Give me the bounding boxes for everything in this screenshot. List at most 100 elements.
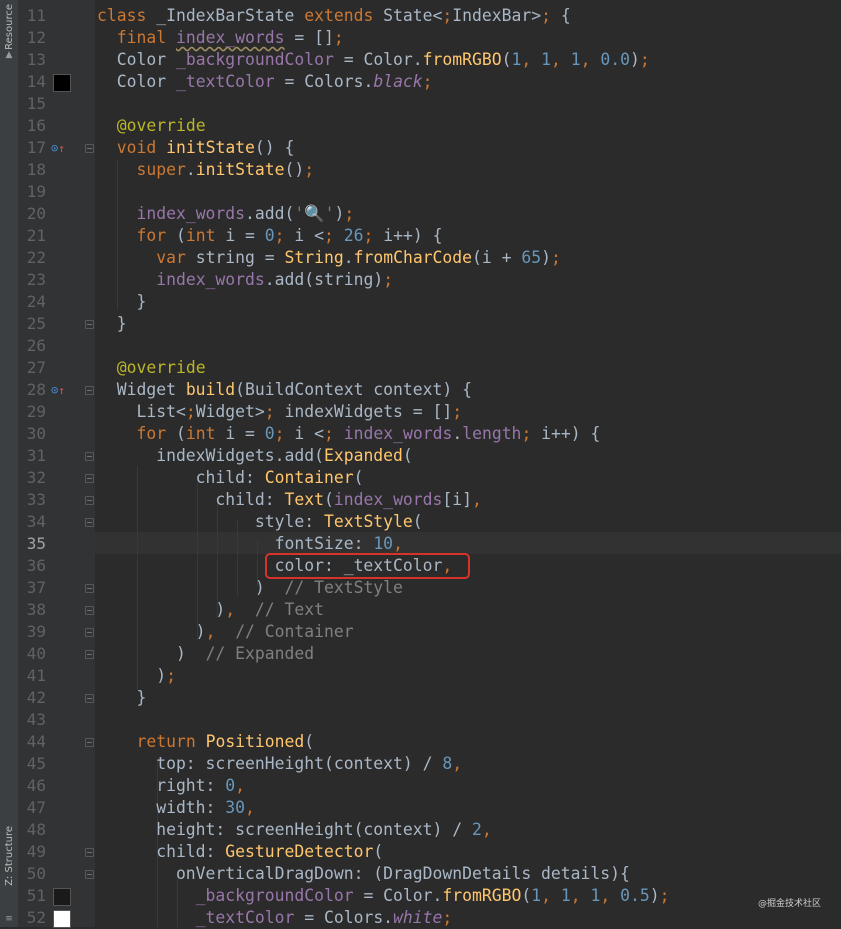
fold-toggle-icon[interactable] <box>85 606 94 615</box>
code-line[interactable]: 32 child: Container( <box>0 467 841 489</box>
fold-toggle-icon[interactable] <box>85 848 94 857</box>
line-number[interactable]: 37 <box>19 577 46 599</box>
line-number[interactable]: 31 <box>19 445 46 467</box>
line-number[interactable]: 34 <box>19 511 46 533</box>
code-text[interactable]: for (int i = 0; i <; index_words.length;… <box>97 423 600 445</box>
code-text[interactable]: } <box>97 313 127 335</box>
code-text[interactable]: fontSize: 10, <box>97 533 403 555</box>
fold-toggle-icon[interactable] <box>85 518 94 527</box>
code-text[interactable]: Widget build(BuildContext context) { <box>97 379 472 401</box>
code-line[interactable]: 12 final index_words = []; <box>0 27 841 49</box>
code-line[interactable]: 20 index_words.add('🔍'); <box>0 203 841 225</box>
line-number[interactable]: 27 <box>19 357 46 379</box>
line-number[interactable]: 42 <box>19 687 46 709</box>
code-line[interactable]: 35 fontSize: 10, <box>0 533 841 555</box>
code-text[interactable]: @override <box>97 115 206 137</box>
fold-toggle-icon[interactable] <box>85 870 94 879</box>
code-line[interactable]: 49 child: GestureDetector( <box>0 841 841 863</box>
code-text[interactable]: List<;Widget>; indexWidgets = []; <box>97 401 462 423</box>
line-number[interactable]: 11 <box>19 5 46 27</box>
code-line[interactable]: 50 onVerticalDragDown: (DragDownDetails … <box>0 863 841 885</box>
code-line[interactable]: 38 ), // Text <box>0 599 841 621</box>
code-text[interactable]: child: GestureDetector( <box>97 841 383 863</box>
line-number[interactable]: 40 <box>19 643 46 665</box>
code-text[interactable]: var string = String.fromCharCode(i + 65)… <box>97 247 561 269</box>
fold-toggle-icon[interactable] <box>85 650 94 659</box>
line-number[interactable]: 33 <box>19 489 46 511</box>
code-line[interactable]: 44 return Positioned( <box>0 731 841 753</box>
code-line[interactable]: 41 ); <box>0 665 841 687</box>
code-line[interactable]: 51 _backgroundColor = Color.fromRGBO(1, … <box>0 885 841 907</box>
code-text[interactable]: top: screenHeight(context) / 8, <box>97 753 462 775</box>
code-line[interactable]: 11 class _IndexBarState extends State<;In… <box>0 5 841 27</box>
code-line[interactable]: 34 style: TextStyle( <box>0 511 841 533</box>
code-line[interactable]: 46 right: 0, <box>0 775 841 797</box>
code-text[interactable]: index_words.add(string); <box>97 269 393 291</box>
code-text[interactable]: class _IndexBarState extends State<;Inde… <box>97 5 571 27</box>
line-number[interactable]: 48 <box>19 819 46 841</box>
line-number[interactable]: 14 <box>19 71 46 93</box>
fold-toggle-icon[interactable] <box>85 320 94 329</box>
fold-toggle-icon[interactable] <box>85 144 94 153</box>
code-text[interactable]: child: Container( <box>97 467 364 489</box>
fold-toggle-icon[interactable] <box>85 386 94 395</box>
code-line[interactable]: 14 Color _textColor = Colors.black; <box>0 71 841 93</box>
code-text[interactable]: final index_words = []; <box>97 27 344 49</box>
code-line[interactable]: 31 indexWidgets.add(Expanded( <box>0 445 841 467</box>
line-number[interactable]: 21 <box>19 225 46 247</box>
line-number[interactable]: 52 <box>19 907 46 929</box>
line-number[interactable]: 26 <box>19 335 46 357</box>
code-text[interactable]: return Positioned( <box>97 731 314 753</box>
code-line[interactable]: 52 _textColor = Colors.white; <box>0 907 841 929</box>
code-line[interactable]: 28 Widget build(BuildContext context) {⊙… <box>0 379 841 401</box>
code-line[interactable]: 15 <box>0 93 841 115</box>
code-line[interactable]: 33 child: Text(index_words[i], <box>0 489 841 511</box>
code-line[interactable]: 37 ) // TextStyle <box>0 577 841 599</box>
line-number[interactable]: 32 <box>19 467 46 489</box>
code-line[interactable]: 22 var string = String.fromCharCode(i + … <box>0 247 841 269</box>
fold-toggle-icon[interactable] <box>85 738 94 747</box>
code-text[interactable]: right: 0, <box>97 775 245 797</box>
code-text[interactable]: _textColor = Colors.white; <box>97 907 453 929</box>
code-text[interactable]: _backgroundColor = Color.fromRGBO(1, 1, … <box>97 885 670 907</box>
code-text[interactable]: } <box>97 687 146 709</box>
code-text[interactable]: ) // Expanded <box>97 643 314 665</box>
fold-toggle-icon[interactable] <box>85 496 94 505</box>
line-number[interactable]: 24 <box>19 291 46 313</box>
code-line[interactable]: 21 for (int i = 0; i <; 26; i++) { <box>0 225 841 247</box>
fold-toggle-icon[interactable] <box>85 694 94 703</box>
color-swatch-icon[interactable] <box>53 910 71 928</box>
fold-toggle-icon[interactable] <box>85 452 94 461</box>
code-text[interactable]: Color _backgroundColor = Color.fromRGBO(… <box>97 49 650 71</box>
line-number[interactable]: 51 <box>19 885 46 907</box>
code-text[interactable]: ); <box>97 665 176 687</box>
line-number[interactable]: 35 <box>19 533 46 555</box>
code-line[interactable]: 30 for (int i = 0; i <; index_words.leng… <box>0 423 841 445</box>
code-text[interactable]: onVerticalDragDown: (DragDownDetails det… <box>97 863 630 885</box>
code-text[interactable]: ) // TextStyle <box>97 577 403 599</box>
code-line[interactable]: 29 List<;Widget>; indexWidgets = []; <box>0 401 841 423</box>
code-line[interactable]: 25 } <box>0 313 841 335</box>
line-number[interactable]: 46 <box>19 775 46 797</box>
code-line[interactable]: 18 super.initState(); <box>0 159 841 181</box>
code-line[interactable]: 23 index_words.add(string); <box>0 269 841 291</box>
line-number[interactable]: 43 <box>19 709 46 731</box>
line-number[interactable]: 15 <box>19 93 46 115</box>
code-line[interactable]: 26 <box>0 335 841 357</box>
code-text[interactable]: index_words.add('🔍'); <box>97 203 354 225</box>
line-number[interactable]: 29 <box>19 401 46 423</box>
line-number[interactable]: 50 <box>19 863 46 885</box>
code-line[interactable]: 13 Color _backgroundColor = Color.fromRG… <box>0 49 841 71</box>
code-text[interactable]: ), // Text <box>97 599 324 621</box>
override-method-icon[interactable]: ⊙↑ <box>51 137 65 160</box>
code-text[interactable]: } <box>97 291 146 313</box>
code-text[interactable]: width: 30, <box>97 797 255 819</box>
line-number[interactable]: 17 <box>19 137 46 159</box>
line-number[interactable]: 36 <box>19 555 46 577</box>
line-number[interactable]: 28 <box>19 379 46 401</box>
line-number[interactable]: 25 <box>19 313 46 335</box>
code-line[interactable]: 27 @override <box>0 357 841 379</box>
line-number[interactable]: 41 <box>19 665 46 687</box>
line-number[interactable]: 49 <box>19 841 46 863</box>
fold-toggle-icon[interactable] <box>85 628 94 637</box>
